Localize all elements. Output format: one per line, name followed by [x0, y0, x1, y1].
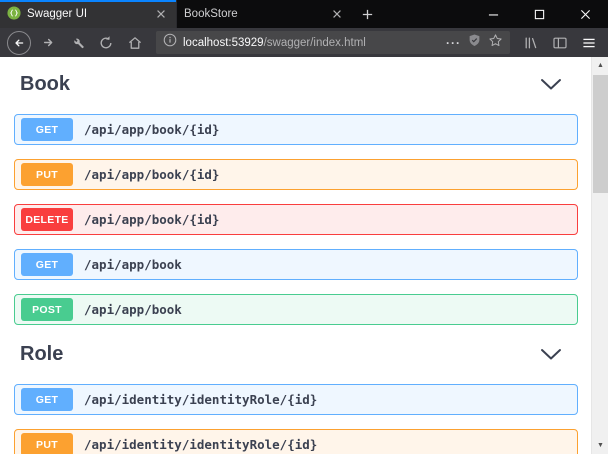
endpoint-path: /api/app/book	[84, 257, 182, 272]
maximize-button[interactable]	[516, 0, 562, 28]
method-badge: POST	[21, 298, 73, 321]
endpoint-path: /api/app/book/{id}	[84, 122, 219, 137]
scroll-down-icon[interactable]: ▼	[592, 437, 608, 454]
endpoint-path: /api/identity/identityRole/{id}	[84, 392, 317, 407]
tab-bookstore[interactable]: BookStore	[176, 0, 352, 28]
method-badge: PUT	[21, 163, 73, 186]
page-actions-icon[interactable]: ···	[446, 36, 461, 50]
endpoint-row[interactable]: PUT /api/identity/identityRole/{id}	[14, 429, 578, 454]
url-host: localhost:53929	[183, 37, 264, 49]
tab-swagger-ui[interactable]: Swagger UI	[0, 0, 176, 28]
close-tab-icon[interactable]	[153, 6, 169, 22]
swagger-favicon-icon	[7, 6, 21, 23]
back-icon	[7, 31, 31, 55]
chevron-down-icon[interactable]	[540, 348, 562, 361]
section-header[interactable]: Book	[14, 71, 578, 97]
section-header[interactable]: Role	[14, 341, 578, 367]
endpoint-row[interactable]: GET /api/app/book/{id}	[14, 114, 578, 145]
endpoint-row[interactable]: POST /api/app/book	[14, 294, 578, 325]
method-badge: GET	[21, 118, 73, 141]
titlebar: Swagger UI BookStore	[0, 0, 608, 28]
page-content: Book GET /api/app/book/{id} PUT /api/app…	[0, 57, 591, 454]
method-badge: PUT	[21, 433, 73, 454]
scrollbar-thumb[interactable]	[593, 75, 608, 193]
new-tab-button[interactable]	[352, 0, 382, 28]
section-title: Book	[20, 73, 70, 96]
navigation-toolbar: localhost:53929/swagger/index.html ···	[0, 28, 608, 57]
minimize-button[interactable]	[470, 0, 516, 28]
endpoint-row[interactable]: GET /api/identity/identityRole/{id}	[14, 384, 578, 415]
home-button[interactable]	[122, 31, 148, 55]
bookmark-star-icon[interactable]	[488, 33, 503, 53]
scroll-up-icon[interactable]: ▲	[592, 57, 608, 74]
chevron-down-icon[interactable]	[540, 78, 562, 91]
method-badge: DELETE	[21, 208, 73, 231]
vertical-scrollbar[interactable]: ▲ ▼	[591, 57, 608, 454]
site-info-icon[interactable]	[163, 33, 177, 52]
close-tab-icon[interactable]	[329, 6, 345, 22]
tab-title: Swagger UI	[27, 8, 147, 20]
refresh-button[interactable]	[93, 31, 119, 55]
section-book: Book GET /api/app/book/{id} PUT /api/app…	[14, 71, 578, 325]
section-title: Role	[20, 343, 63, 366]
endpoint-row[interactable]: PUT /api/app/book/{id}	[14, 159, 578, 190]
endpoint-row[interactable]: DELETE /api/app/book/{id}	[14, 204, 578, 235]
url-text: localhost:53929/swagger/index.html	[183, 37, 440, 49]
endpoint-path: /api/identity/identityRole/{id}	[84, 437, 317, 452]
section-role: Role GET /api/identity/identityRole/{id}…	[14, 341, 578, 454]
url-path: /swagger/index.html	[264, 37, 366, 49]
browser-window: Swagger UI BookStore	[0, 0, 608, 454]
endpoint-row[interactable]: GET /api/app/book	[14, 249, 578, 280]
endpoint-path: /api/app/book	[84, 302, 182, 317]
back-button[interactable]	[6, 31, 32, 55]
library-icon[interactable]	[518, 31, 544, 55]
method-badge: GET	[21, 388, 73, 411]
method-badge: GET	[21, 253, 73, 276]
url-bar[interactable]: localhost:53929/swagger/index.html ···	[156, 31, 510, 54]
menu-hamburger-icon[interactable]	[576, 31, 602, 55]
endpoint-path: /api/app/book/{id}	[84, 167, 219, 182]
shield-check-icon[interactable]	[467, 33, 482, 53]
tab-title: BookStore	[184, 8, 323, 20]
window-controls	[470, 0, 608, 28]
endpoint-path: /api/app/book/{id}	[84, 212, 219, 227]
wrench-icon[interactable]	[64, 31, 90, 55]
close-window-button[interactable]	[562, 0, 608, 28]
sidebar-toggle-icon[interactable]	[547, 31, 573, 55]
forward-button[interactable]	[35, 31, 61, 55]
